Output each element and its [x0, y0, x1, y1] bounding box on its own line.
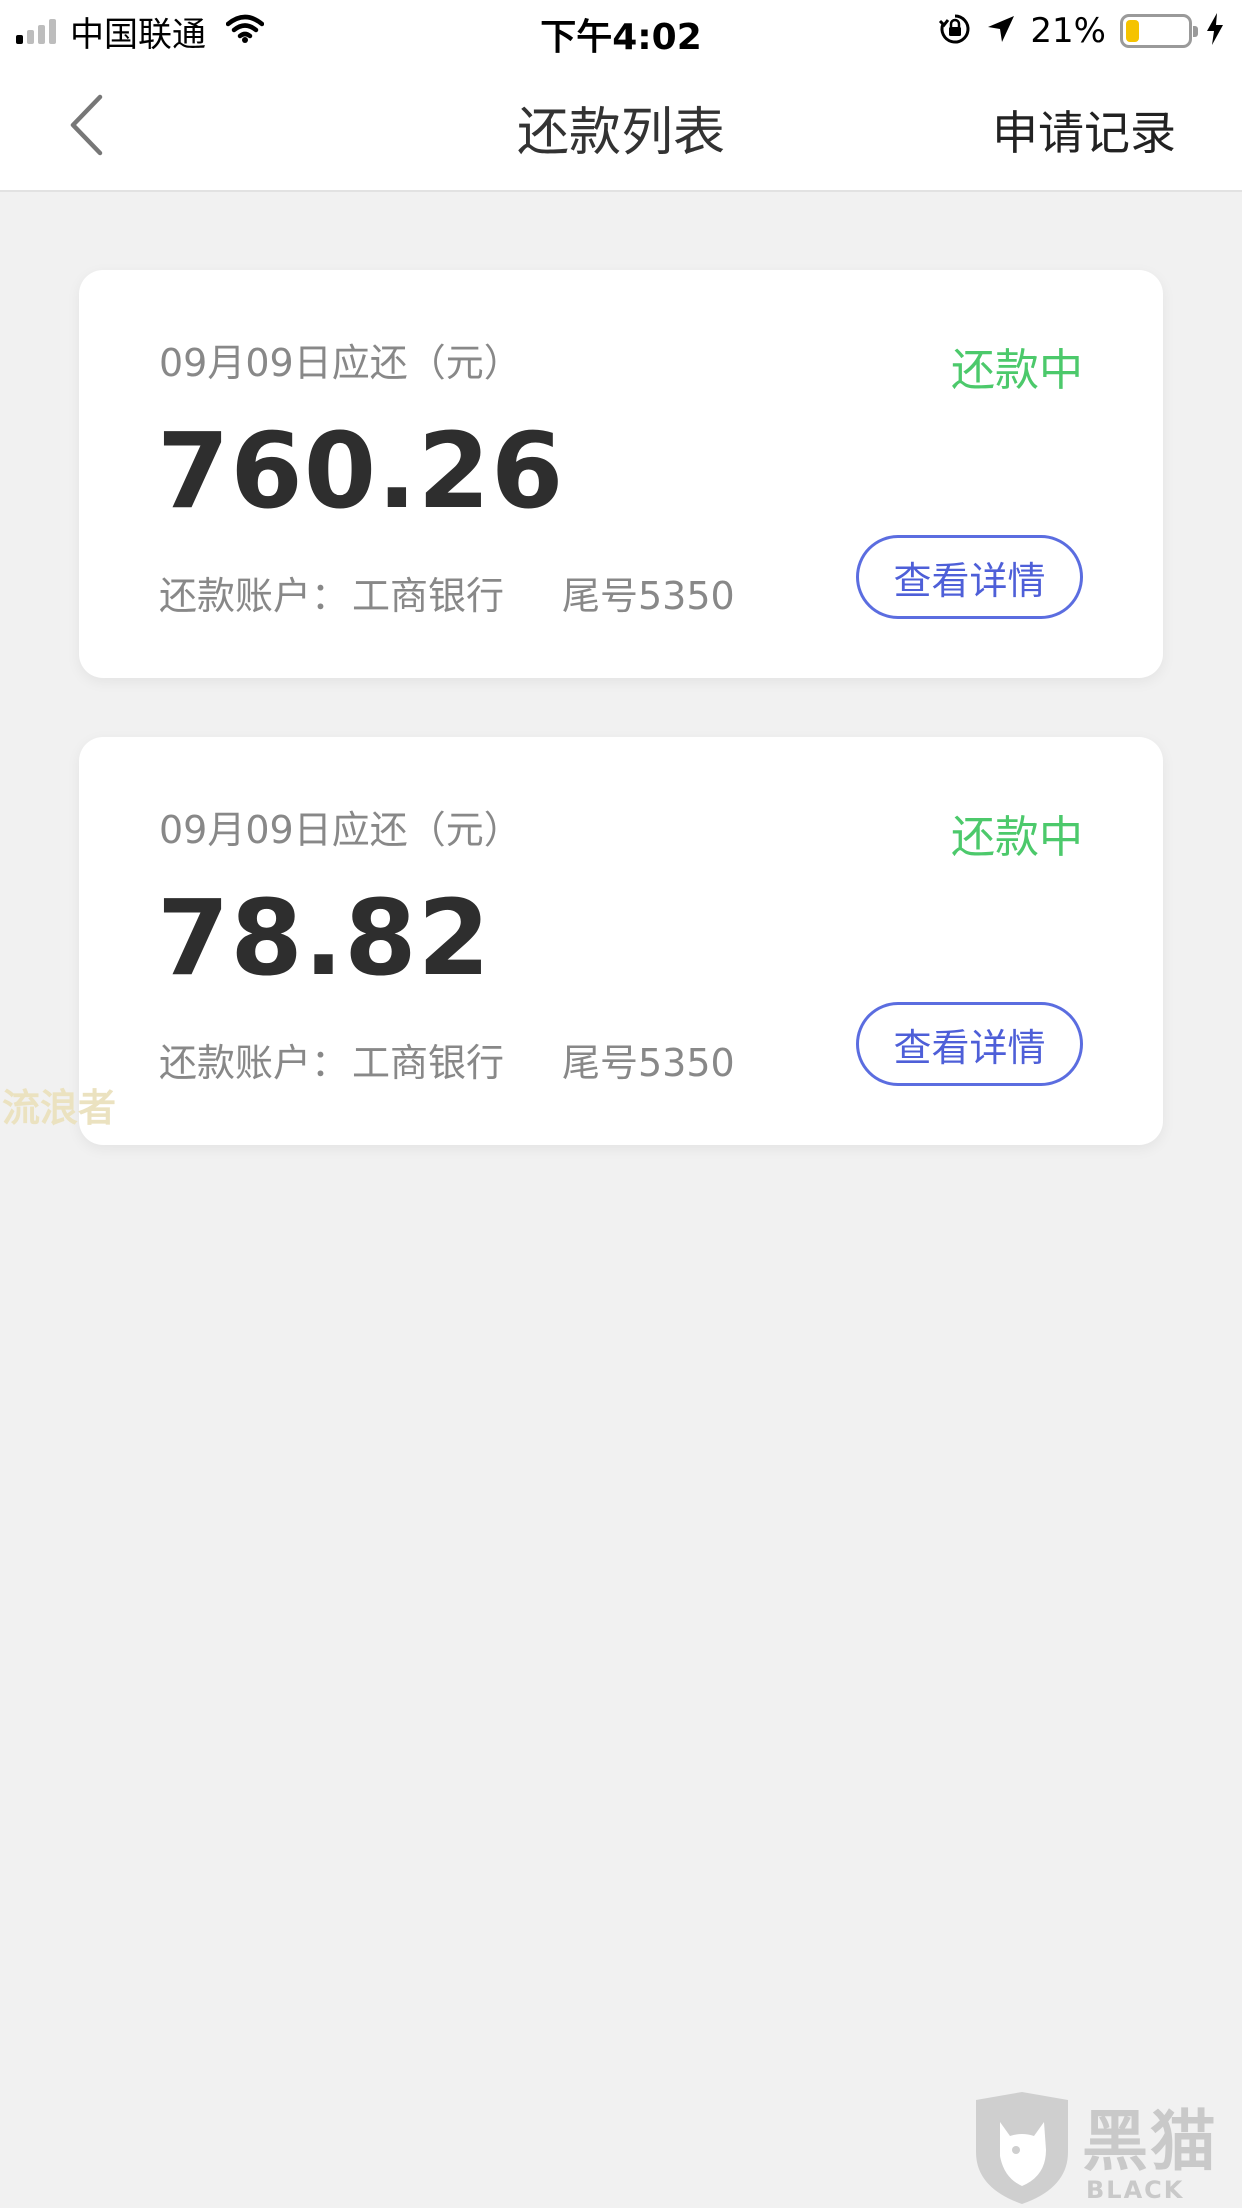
repayment-status: 还款中 — [951, 812, 1083, 863]
repayment-status: 还款中 — [951, 345, 1083, 396]
application-records-link[interactable]: 申请记录 — [992, 97, 1176, 163]
account-tail-number: 尾号5350 — [562, 1041, 735, 1085]
repayment-amount: 78.82 — [157, 877, 491, 999]
battery-level-fill — [1126, 20, 1139, 42]
account-tail-number: 尾号5350 — [562, 574, 735, 618]
watermark-text: 流浪者 — [2, 1086, 117, 1130]
account-label: 还款账户： — [159, 1041, 350, 1085]
view-details-button[interactable]: 查看详情 — [856, 1002, 1083, 1086]
view-details-button[interactable]: 查看详情 — [856, 535, 1083, 619]
battery-icon — [1120, 14, 1198, 48]
status-bar: 中国联通 下午4:02 21% — [0, 0, 1242, 62]
blackcat-watermark-logo: 黑猫 BLACK CAT — [970, 2092, 1240, 2208]
repayment-card: 09月09日应还（元） 还款中 760.26 还款账户： 工商银行 尾号5350… — [79, 270, 1163, 678]
watermark-logo-en: BLACK CAT — [1086, 2176, 1185, 2208]
account-bank: 工商银行 — [352, 1041, 505, 1085]
repayment-card: 09月09日应还（元） 还款中 78.82 还款账户： 工商银行 尾号5350 … — [79, 737, 1163, 1145]
repayment-amount: 760.26 — [157, 410, 565, 532]
due-date-label: 09月09日应还（元） — [159, 808, 522, 852]
charging-icon — [1206, 13, 1224, 49]
status-bar-right: 21% — [938, 8, 1224, 54]
orientation-lock-icon — [938, 12, 972, 50]
location-icon — [986, 14, 1016, 48]
account-label: 还款账户： — [159, 574, 350, 618]
cat-shield-icon — [976, 2092, 1068, 2204]
battery-percent: 21% — [1030, 11, 1106, 51]
due-date-label: 09月09日应还（元） — [159, 341, 522, 385]
watermark-logo-cn: 黑猫 — [1082, 2103, 1218, 2180]
account-bank: 工商银行 — [352, 574, 505, 618]
nav-bar: 还款列表 申请记录 — [0, 62, 1242, 192]
